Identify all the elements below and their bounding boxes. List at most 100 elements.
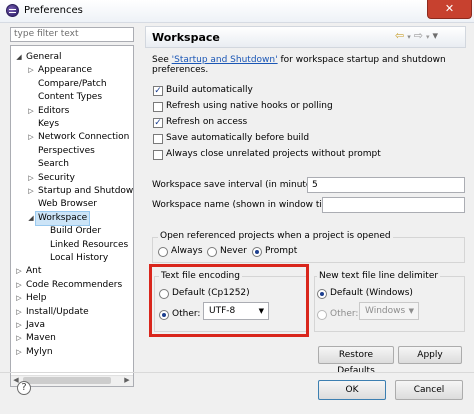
collapse-arrow-icon[interactable]: ◢ bbox=[15, 51, 23, 64]
red-highlight-box bbox=[149, 264, 309, 337]
tree-item-label: Java bbox=[26, 320, 46, 330]
ok-button[interactable]: OK bbox=[318, 380, 386, 400]
expand-arrow-icon[interactable]: ▷ bbox=[15, 319, 23, 332]
open-projects-label: Open referenced projects when a project … bbox=[158, 231, 393, 241]
eclipse-icon bbox=[6, 4, 19, 17]
cancel-button[interactable]: Cancel bbox=[395, 380, 463, 400]
scroll-right-icon[interactable]: ▶ bbox=[122, 376, 132, 384]
never-radio[interactable] bbox=[207, 247, 217, 257]
always-radio[interactable] bbox=[158, 247, 168, 257]
page-title: Workspace bbox=[152, 31, 220, 44]
window-title: Preferences bbox=[24, 5, 83, 16]
tree-item-label: Ant bbox=[26, 266, 42, 277]
checkbox[interactable] bbox=[153, 134, 163, 144]
always-label: Always bbox=[171, 246, 203, 256]
expand-arrow-icon[interactable]: ▷ bbox=[27, 105, 35, 118]
checkbox-label: Save automatically before build bbox=[166, 133, 310, 143]
tree-item[interactable]: ▷ Code Recommenders bbox=[11, 279, 131, 292]
checkbox[interactable]: ✓ bbox=[153, 118, 163, 128]
expand-arrow-icon[interactable]: ▷ bbox=[27, 64, 35, 77]
tree-item[interactable]: Content Types bbox=[11, 91, 131, 104]
startup-shutdown-link[interactable]: 'Startup and Shutdown' bbox=[172, 55, 278, 65]
tree-item[interactable]: ▷ Appearance bbox=[11, 64, 131, 77]
back-arrow-icon[interactable]: ⇦ bbox=[395, 29, 407, 42]
tree-item[interactable]: ▷ Editors bbox=[11, 105, 131, 118]
delimiter-combo[interactable]: Windows ▼ bbox=[359, 302, 419, 320]
tree-item-label: Mylyn bbox=[26, 346, 53, 357]
filter-input[interactable]: type filter text bbox=[10, 27, 134, 42]
tree-item[interactable]: ▷ Mylyn bbox=[11, 346, 131, 359]
delimiter-other-radio[interactable] bbox=[317, 310, 327, 320]
tree-item-label: Local History bbox=[50, 253, 109, 263]
tree-item[interactable]: Linked Resources bbox=[11, 239, 131, 252]
expand-arrow-icon[interactable]: ▷ bbox=[15, 279, 23, 292]
tree-item[interactable]: ▷ Ant bbox=[11, 265, 131, 278]
restore-defaults-button[interactable]: Restore Defaults bbox=[318, 346, 394, 376]
tree-item-label: Appearance bbox=[38, 65, 93, 76]
expand-arrow-icon[interactable]: ▷ bbox=[15, 265, 23, 278]
tree-item[interactable]: Perspectives bbox=[11, 145, 131, 158]
tree-item[interactable]: ▷ Security bbox=[11, 172, 131, 185]
prompt-radio[interactable] bbox=[252, 247, 262, 257]
tree-item[interactable]: ▷ Java bbox=[11, 319, 131, 332]
checkbox[interactable] bbox=[153, 150, 163, 160]
tree-item[interactable]: ◢ Workspace bbox=[11, 210, 131, 226]
save-interval-input[interactable]: 5 bbox=[307, 177, 465, 193]
tree-item-label: Install/Update bbox=[26, 306, 89, 317]
expand-arrow-icon[interactable]: ▷ bbox=[27, 131, 35, 144]
tree-item[interactable]: ▷ Maven bbox=[11, 332, 131, 345]
tree-item-label: Perspectives bbox=[38, 145, 95, 156]
close-button[interactable]: ✕ bbox=[427, 0, 472, 19]
expand-arrow-icon[interactable]: ▷ bbox=[15, 332, 23, 345]
tree-item-label: Compare/Patch bbox=[38, 78, 107, 89]
tree-item[interactable]: ▷ Help bbox=[11, 292, 131, 305]
tree-item-label: General bbox=[26, 52, 62, 62]
expand-arrow-icon[interactable]: ▷ bbox=[27, 185, 35, 198]
tree-item-label: Build Order bbox=[50, 226, 102, 237]
forward-arrow-icon[interactable]: ⇨ bbox=[414, 29, 426, 42]
checkbox[interactable] bbox=[153, 102, 163, 112]
workspace-name-input[interactable] bbox=[322, 197, 465, 213]
collapse-arrow-icon[interactable]: ◢ bbox=[27, 212, 35, 225]
tree-item[interactable]: ▷ Startup and Shutdown bbox=[11, 185, 134, 198]
expand-arrow-icon[interactable]: ▷ bbox=[15, 306, 23, 319]
tree-item-label: Security bbox=[38, 172, 75, 183]
line-delimiter-label: New text file line delimiter bbox=[317, 271, 441, 281]
tree-item[interactable]: Local History bbox=[11, 252, 131, 265]
tree-item[interactable]: Keys bbox=[11, 118, 131, 131]
apply-button[interactable]: Apply bbox=[398, 346, 462, 364]
tree-item-label: Help bbox=[26, 293, 47, 304]
delimiter-default-radio[interactable] bbox=[317, 289, 327, 299]
tree-item[interactable]: Build Order bbox=[11, 225, 131, 238]
prompt-label: Prompt bbox=[265, 246, 298, 256]
expand-arrow-icon[interactable]: ▷ bbox=[15, 292, 23, 305]
expand-arrow-icon[interactable]: ▷ bbox=[15, 346, 23, 359]
tree-item-label: Maven bbox=[26, 333, 56, 344]
expand-arrow-icon[interactable]: ▷ bbox=[27, 172, 35, 185]
tree-item[interactable]: Search bbox=[11, 158, 131, 171]
footer-separator bbox=[0, 372, 474, 373]
workspace-name-label: Workspace name (shown in window title): bbox=[152, 200, 340, 210]
checkbox-label: Refresh using native hooks or polling bbox=[166, 101, 333, 111]
page-description: See 'Startup and Shutdown' for workspace… bbox=[152, 55, 446, 75]
tree-item[interactable]: Web Browser bbox=[11, 198, 131, 211]
chevron-down-icon: ▼ bbox=[408, 307, 414, 315]
delimiter-other-label: Other: bbox=[330, 309, 359, 319]
tree-vertical-scrollbar[interactable] bbox=[133, 46, 134, 386]
tree-item-label: Startup and Shutdown bbox=[38, 186, 134, 196]
delimiter-default-label: Default (Windows) bbox=[330, 288, 413, 298]
tree-item[interactable]: Compare/Patch bbox=[11, 78, 131, 91]
save-interval-label: Workspace save interval (in minutes): bbox=[152, 180, 323, 190]
tree-horizontal-scroll-thumb[interactable] bbox=[23, 377, 111, 384]
tree-item-label: Linked Resources bbox=[50, 239, 129, 250]
preferences-tree: ◢ General ▷ Appearance Compare/Patch Content … bbox=[10, 45, 134, 387]
tree-item[interactable]: ▷ Network Connection bbox=[11, 131, 131, 144]
never-label: Never bbox=[220, 246, 247, 256]
tree-item-label: Content Types bbox=[38, 92, 103, 103]
tree-item[interactable]: ▷ Install/Update bbox=[11, 306, 131, 319]
checkbox[interactable]: ✓ bbox=[153, 86, 163, 96]
tree-item-label: Keys bbox=[38, 119, 60, 129]
tree-item[interactable]: ◢ General bbox=[11, 51, 131, 64]
help-icon[interactable]: ? bbox=[17, 381, 31, 395]
view-menu-icon[interactable]: ▾ bbox=[432, 29, 441, 42]
